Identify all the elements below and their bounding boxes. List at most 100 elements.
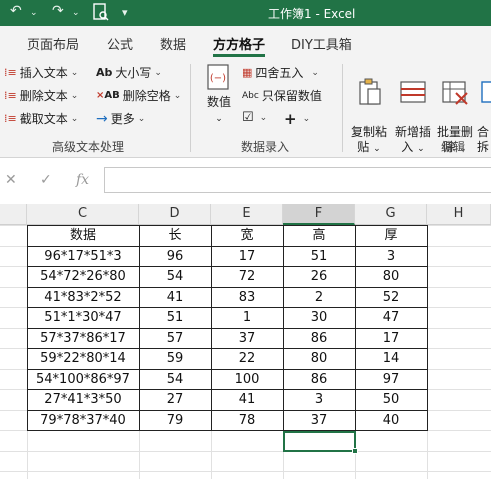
table-cell[interactable]: 14	[355, 349, 427, 368]
table-header-cell[interactable]: 宽	[211, 226, 283, 245]
table-cell[interactable]: 57*37*86*17	[27, 329, 139, 348]
table-border	[355, 225, 356, 430]
table-cell[interactable]: 2	[283, 288, 355, 307]
table-cell[interactable]: 51*1*30*47	[27, 308, 139, 327]
table-cell[interactable]: 22	[211, 349, 283, 368]
enter-icon[interactable]: ✓	[40, 172, 52, 188]
table-header-cell[interactable]: 数据	[27, 226, 139, 245]
table-cell[interactable]: 83	[211, 288, 283, 307]
active-cell[interactable]	[283, 431, 356, 452]
table-cell[interactable]: 40	[355, 411, 427, 430]
table-cell[interactable]: 86	[283, 370, 355, 389]
undo-icon[interactable]: ↶	[10, 3, 22, 19]
insert-button[interactable]: 新增插 入 ⌄	[392, 62, 434, 157]
table-cell[interactable]: 50	[355, 390, 427, 409]
plus-dropdown-button[interactable]: + ⌄	[284, 110, 310, 128]
worksheet-grid[interactable]: C D E F G H 数据长宽高厚 96*17*51*3 96 17 51 3 54*72…	[0, 204, 491, 479]
group-label-edit: 编辑	[441, 140, 466, 154]
column-header-f[interactable]: F	[283, 204, 355, 225]
more-button[interactable]: → 更多 ⌄	[96, 110, 145, 127]
table-header-cell[interactable]: 厚	[355, 226, 427, 245]
chevron-down-icon: ⌄	[215, 114, 223, 124]
table-cell[interactable]: 59	[139, 349, 211, 368]
column-header-h[interactable]: H	[427, 204, 491, 225]
formula-input[interactable]	[104, 167, 491, 193]
table-header-cell[interactable]: 高	[283, 226, 355, 245]
plus-icon: +	[284, 110, 297, 128]
table-cell[interactable]: 26	[283, 267, 355, 286]
formula-bar: ✕ ✓ fx	[0, 159, 491, 204]
table-cell[interactable]: 59*22*80*14	[27, 349, 139, 368]
table-cell[interactable]: 37	[211, 329, 283, 348]
delete-space-button[interactable]: ×AB 删除空格 ⌄	[96, 87, 181, 104]
chevron-down-icon: ⌄	[173, 90, 182, 101]
table-cell[interactable]: 54	[139, 370, 211, 389]
table-cell[interactable]: 97	[355, 370, 427, 389]
round-button[interactable]: ▦ 四舍五入 ⌄	[242, 64, 319, 81]
table-cell[interactable]: 41	[211, 390, 283, 409]
insert-text-button[interactable]: ⁞≡ 插入文本 ⌄	[4, 64, 78, 81]
table-cell[interactable]: 79*78*37*40	[27, 411, 139, 430]
fx-icon[interactable]: fx	[76, 172, 89, 188]
column-header-b[interactable]	[0, 204, 27, 225]
table-cell[interactable]: 54*72*26*80	[27, 267, 139, 286]
group-label-number: 数据录入	[241, 140, 290, 154]
table-cell[interactable]: 37	[283, 411, 355, 430]
table-cell[interactable]: 96*17*51*3	[27, 247, 139, 266]
copy-paste-button[interactable]: 复制粘 贴 ⌄	[348, 62, 390, 157]
undo-dropdown-icon[interactable]: ⌄	[30, 8, 38, 18]
redo-icon[interactable]: ↷	[52, 3, 64, 19]
table-cell[interactable]: 57	[139, 329, 211, 348]
customize-toolbar-icon[interactable]: ▾	[122, 6, 128, 19]
delete-text-button[interactable]: ⁞≡ 删除文本 ⌄	[4, 87, 78, 104]
table-cell[interactable]: 52	[355, 288, 427, 307]
table-cell[interactable]: 30	[283, 308, 355, 327]
tab-page-layout[interactable]: 页面布局	[27, 34, 79, 53]
fill-handle[interactable]	[352, 448, 358, 454]
table-cell[interactable]: 27*41*3*50	[27, 390, 139, 409]
value-button[interactable]: (−) 数值 ⌄	[200, 62, 238, 127]
table-cell[interactable]: 17	[211, 247, 283, 266]
table-cell[interactable]: 51	[139, 308, 211, 327]
table-cell[interactable]: 1	[211, 308, 283, 327]
merge-split-button[interactable]: 合 拆	[477, 62, 491, 155]
column-header-d[interactable]: D	[139, 204, 211, 225]
table-cell[interactable]: 100	[211, 370, 283, 389]
column-header-c[interactable]: C	[27, 204, 139, 225]
table-cell[interactable]: 80	[355, 267, 427, 286]
tab-data[interactable]: 数据	[160, 34, 186, 53]
table-cell[interactable]: 86	[283, 329, 355, 348]
edit-dropdown-button[interactable]: ☑ ⌄	[242, 110, 267, 125]
table-border	[27, 286, 428, 288]
column-header-g[interactable]: G	[355, 204, 427, 225]
table-cell[interactable]: 3	[283, 390, 355, 409]
extract-text-button[interactable]: ⁞≡ 截取文本 ⌄	[4, 110, 78, 127]
table-cell[interactable]: 96	[139, 247, 211, 266]
abc-icon: Abc	[242, 90, 259, 101]
redo-dropdown-icon[interactable]: ⌄	[72, 8, 80, 18]
table-cell[interactable]: 47	[355, 308, 427, 327]
table-cell[interactable]: 54*100*86*97	[27, 370, 139, 389]
table-cell[interactable]: 51	[283, 247, 355, 266]
table-cell[interactable]: 27	[139, 390, 211, 409]
table-cell[interactable]: 41	[139, 288, 211, 307]
table-cell[interactable]: 72	[211, 267, 283, 286]
table-cell[interactable]: 17	[355, 329, 427, 348]
table-cell[interactable]: 41*83*2*52	[27, 288, 139, 307]
table-cell[interactable]: 78	[211, 411, 283, 430]
table-border	[27, 307, 428, 308]
table-header-cell[interactable]: 长	[139, 226, 211, 245]
tab-formulas[interactable]: 公式	[107, 34, 133, 53]
cancel-icon[interactable]: ✕	[5, 172, 17, 188]
chevron-down-icon: ⌄	[70, 113, 79, 124]
table-cell[interactable]: 54	[139, 267, 211, 286]
tab-diy-toolbox[interactable]: DIY工具箱	[291, 34, 352, 53]
keep-value-button[interactable]: Abc 只保留数值	[242, 87, 322, 104]
table-cell[interactable]: 79	[139, 411, 211, 430]
case-button[interactable]: Ab 大小写 ⌄	[96, 64, 162, 81]
column-header-e[interactable]: E	[211, 204, 283, 225]
table-cell[interactable]: 3	[355, 247, 427, 266]
table-cell[interactable]: 80	[283, 349, 355, 368]
tab-fangfanggezi[interactable]: 方方格子	[213, 34, 265, 53]
print-preview-icon[interactable]	[92, 2, 110, 26]
